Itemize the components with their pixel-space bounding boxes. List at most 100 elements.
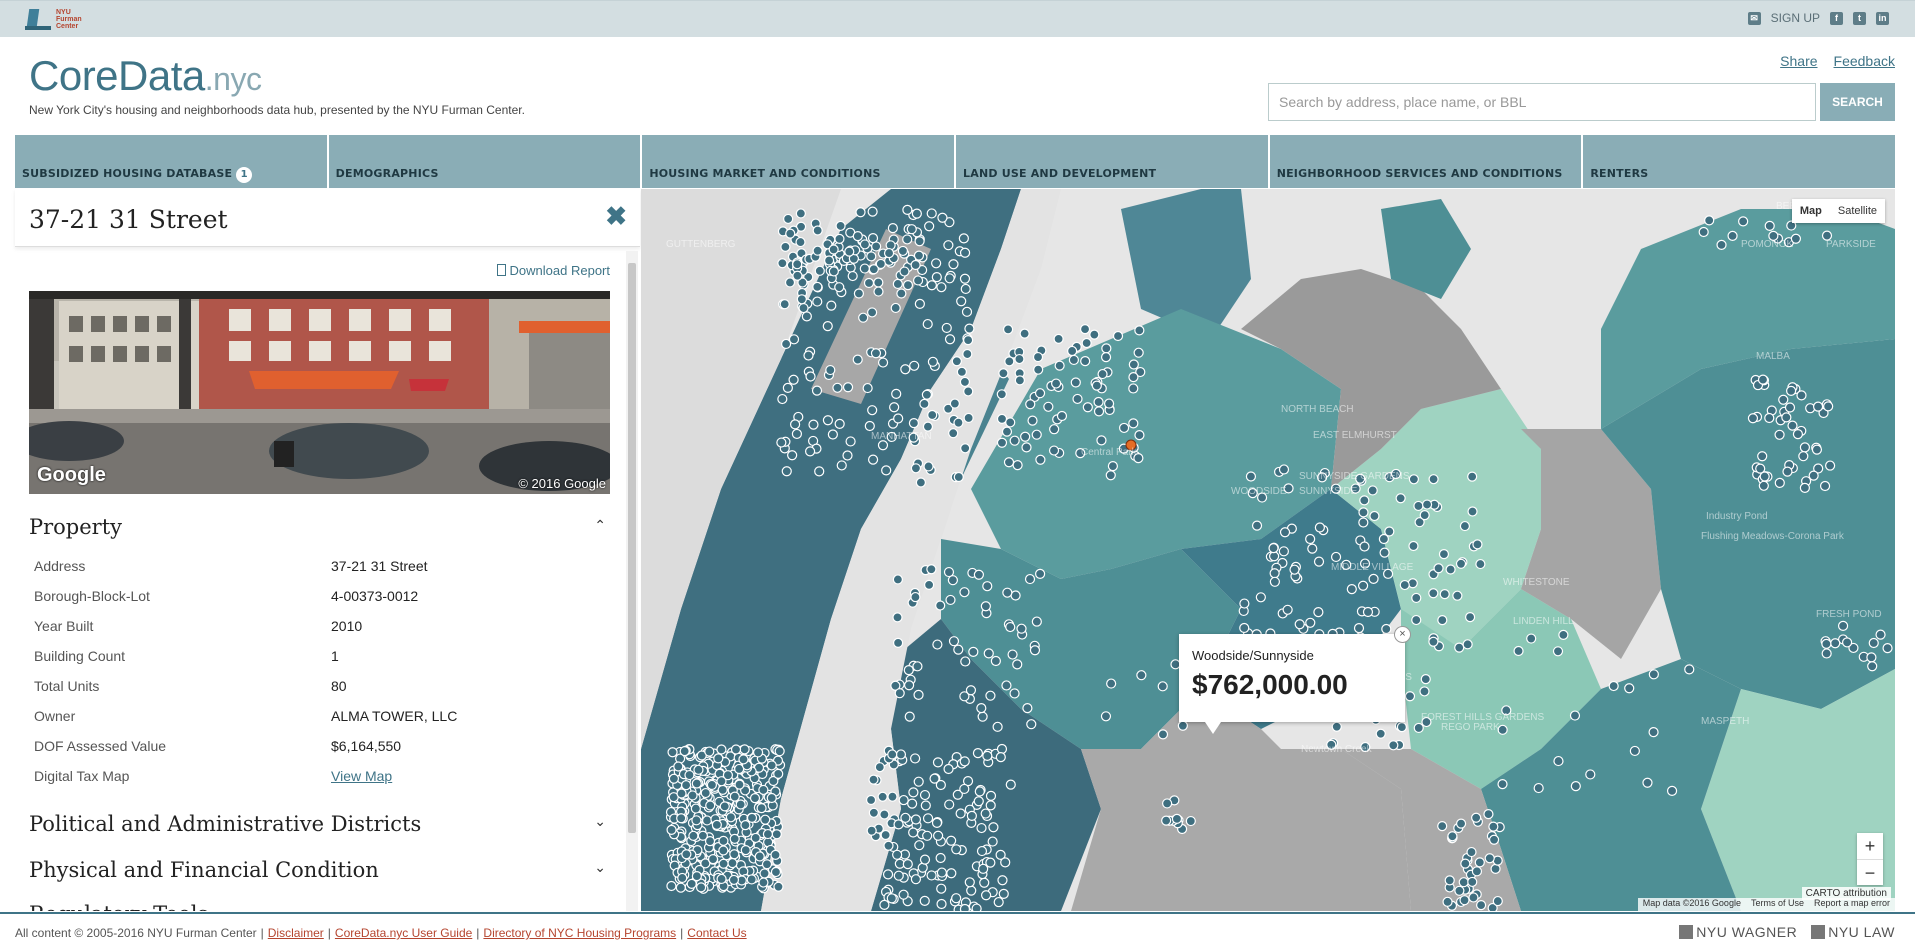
map-type-map-button[interactable]: Map [1792,199,1830,223]
housing-point[interactable] [844,246,855,257]
housing-point[interactable] [1072,393,1083,405]
housing-point[interactable] [780,241,791,252]
housing-point[interactable] [922,318,933,330]
housing-point[interactable] [956,296,967,307]
housing-point[interactable] [1014,375,1025,386]
housing-point[interactable] [936,282,947,293]
housing-point[interactable] [1278,546,1289,557]
housing-point[interactable] [1419,686,1430,697]
housing-point[interactable] [1666,785,1678,797]
housing-point[interactable] [1177,720,1188,731]
housing-point[interactable] [795,208,806,219]
housing-point[interactable] [1408,540,1419,552]
housing-point[interactable] [927,356,939,367]
housing-point[interactable] [893,870,904,881]
housing-point[interactable] [992,721,1003,732]
housing-point[interactable] [877,440,889,451]
housing-point[interactable] [1089,329,1100,340]
housing-point[interactable] [1821,638,1832,649]
housing-point[interactable] [874,762,885,773]
housing-point[interactable] [982,581,993,592]
popup-close-icon[interactable]: × [1394,626,1411,643]
housing-point[interactable] [1738,216,1749,227]
housing-point[interactable] [1107,461,1118,472]
housing-point[interactable] [1444,875,1455,886]
housing-point[interactable] [1359,541,1370,552]
housing-point[interactable] [1128,372,1139,383]
close-icon[interactable]: ✖ [605,201,627,232]
housing-point[interactable] [770,866,782,878]
housing-point[interactable] [1704,215,1715,226]
housing-point[interactable] [1367,485,1378,496]
housing-point[interactable] [871,241,882,252]
housing-point[interactable] [944,799,955,810]
housing-point[interactable] [734,779,745,790]
housing-point[interactable] [908,827,919,838]
housing-point[interactable] [893,819,904,830]
map-canvas[interactable]: GUTTENBERG NORTH BEACH EAST ELMHURST SUNNYS… [641,189,1895,911]
housing-point[interactable] [812,281,823,292]
housing-point[interactable] [719,801,730,812]
housing-point[interactable] [904,711,915,722]
housing-point[interactable] [729,791,740,802]
housing-point[interactable] [1474,857,1485,868]
housing-point[interactable] [777,258,788,269]
housing-point[interactable] [1413,722,1424,734]
housing-point[interactable] [1488,834,1500,845]
housing-point[interactable] [1067,345,1078,357]
housing-point[interactable] [946,868,957,879]
housing-point[interactable] [1035,568,1046,579]
zoom-in-button[interactable]: + [1857,833,1883,859]
housing-point[interactable] [1027,415,1038,426]
housing-point[interactable] [1867,661,1878,672]
housing-point[interactable] [1278,464,1290,475]
housing-point[interactable] [998,368,1009,379]
housing-point[interactable] [1388,740,1399,751]
housing-point[interactable] [711,819,722,830]
housing-point[interactable] [912,661,923,672]
housing-point[interactable] [1811,444,1823,455]
housing-point[interactable] [1823,401,1834,412]
housing-point[interactable] [1484,853,1495,864]
housing-point[interactable] [687,790,698,801]
housing-point[interactable] [910,591,921,603]
housing-point[interactable] [1080,356,1091,367]
search-button[interactable]: SEARCH [1820,83,1895,121]
housing-point[interactable] [896,288,907,299]
site-logo[interactable]: CoreData.nyc [29,52,262,100]
housing-point[interactable] [758,877,769,888]
housing-point[interactable] [1056,410,1068,422]
housing-point[interactable] [982,750,993,761]
housing-point[interactable] [931,258,942,269]
housing-point[interactable] [1136,670,1147,681]
housing-point[interactable] [893,413,904,424]
housing-point[interactable] [777,393,788,405]
housing-point[interactable] [1091,380,1102,391]
housing-point[interactable] [1005,779,1016,790]
housing-point[interactable] [666,880,677,892]
housing-point[interactable] [1020,431,1031,442]
housing-point[interactable] [943,763,954,775]
housing-point[interactable] [1026,719,1037,730]
housing-point[interactable] [1279,527,1291,538]
housing-point[interactable] [863,277,875,289]
housing-point[interactable] [1774,477,1785,489]
housing-point[interactable] [1413,500,1424,512]
housing-point[interactable] [780,338,792,350]
housing-point[interactable] [902,204,913,215]
housing-point[interactable] [1185,815,1196,827]
housing-point[interactable] [995,752,1006,763]
housing-point[interactable] [922,830,933,841]
housing-point[interactable] [877,357,889,368]
housing-point[interactable] [926,280,937,291]
housing-point[interactable] [805,371,816,382]
housing-point[interactable] [902,859,913,870]
housing-point[interactable] [889,402,900,413]
housing-point[interactable] [1419,509,1430,521]
housing-point[interactable] [985,790,997,802]
housing-point[interactable] [996,413,1008,424]
housing-point[interactable] [1629,745,1640,757]
housing-point[interactable] [766,760,777,771]
housing-point[interactable] [1079,324,1091,335]
housing-point[interactable] [987,836,998,847]
